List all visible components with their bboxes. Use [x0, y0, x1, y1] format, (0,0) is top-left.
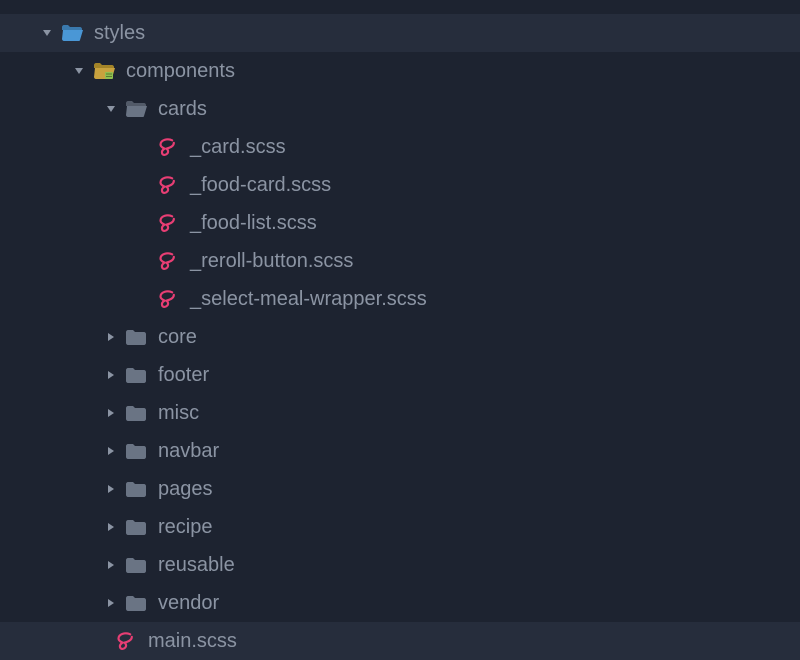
chevron-right-icon — [104, 332, 118, 342]
folder-label: navbar — [158, 440, 219, 463]
file-label: main.scss — [148, 630, 237, 653]
tree-file-main-scss[interactable]: ▸ main.scss — [0, 622, 800, 660]
chevron-down-icon — [40, 28, 54, 38]
folder-label: styles — [94, 22, 145, 45]
file-label: _food-list.scss — [190, 212, 317, 235]
chevron-right-icon — [104, 370, 118, 380]
tree-file-food-card-scss[interactable]: ▸ _food-card.scss — [0, 166, 800, 204]
folder-icon — [124, 328, 148, 346]
folder-label: vendor — [158, 592, 219, 615]
file-label: _card.scss — [190, 136, 286, 159]
file-tree: styles components cards — [0, 0, 800, 660]
chevron-right-icon — [104, 408, 118, 418]
folder-label: cards — [158, 98, 207, 121]
tree-folder-misc[interactable]: misc — [0, 394, 800, 432]
folder-icon — [124, 518, 148, 536]
tree-file-food-list-scss[interactable]: ▸ _food-list.scss — [0, 204, 800, 242]
sass-icon — [156, 175, 180, 195]
tree-file-select-meal-wrapper-scss[interactable]: ▸ _select-meal-wrapper.scss — [0, 280, 800, 318]
chevron-right-icon — [104, 560, 118, 570]
sass-icon — [156, 137, 180, 157]
tree-folder-reusable[interactable]: reusable — [0, 546, 800, 584]
tree-folder-pages[interactable]: pages — [0, 470, 800, 508]
sass-icon — [114, 631, 138, 651]
folder-icon — [124, 480, 148, 498]
folder-open-icon — [124, 100, 148, 118]
chevron-right-icon — [104, 598, 118, 608]
folder-icon — [124, 442, 148, 460]
folder-open-icon — [92, 62, 116, 80]
chevron-down-icon — [104, 104, 118, 114]
tree-folder-styles[interactable]: styles — [0, 14, 800, 52]
tree-folder-cards[interactable]: cards — [0, 90, 800, 128]
tree-folder-navbar[interactable]: navbar — [0, 432, 800, 470]
file-label: _reroll-button.scss — [190, 250, 353, 273]
folder-icon — [124, 594, 148, 612]
tree-folder-recipe[interactable]: recipe — [0, 508, 800, 546]
tree-file-card-scss[interactable]: ▸ _card.scss — [0, 128, 800, 166]
folder-open-icon — [60, 24, 84, 42]
folder-icon — [124, 556, 148, 574]
chevron-down-icon — [72, 66, 86, 76]
chevron-right-icon — [104, 484, 118, 494]
folder-label: core — [158, 326, 197, 349]
folder-label: footer — [158, 364, 209, 387]
folder-label: pages — [158, 478, 213, 501]
file-label: _food-card.scss — [190, 174, 331, 197]
sass-icon — [156, 213, 180, 233]
folder-label: components — [126, 60, 235, 83]
sass-icon — [156, 251, 180, 271]
folder-label: misc — [158, 402, 199, 425]
tree-folder-footer[interactable]: footer — [0, 356, 800, 394]
folder-icon — [124, 404, 148, 422]
tree-file-reroll-button-scss[interactable]: ▸ _reroll-button.scss — [0, 242, 800, 280]
tree-folder-core[interactable]: core — [0, 318, 800, 356]
chevron-right-icon — [104, 446, 118, 456]
tree-folder-components[interactable]: components — [0, 52, 800, 90]
file-label: _select-meal-wrapper.scss — [190, 288, 427, 311]
tree-folder-vendor[interactable]: vendor — [0, 584, 800, 622]
sass-icon — [156, 289, 180, 309]
folder-label: reusable — [158, 554, 235, 577]
chevron-right-icon — [104, 522, 118, 532]
folder-label: recipe — [158, 516, 212, 539]
folder-icon — [124, 366, 148, 384]
